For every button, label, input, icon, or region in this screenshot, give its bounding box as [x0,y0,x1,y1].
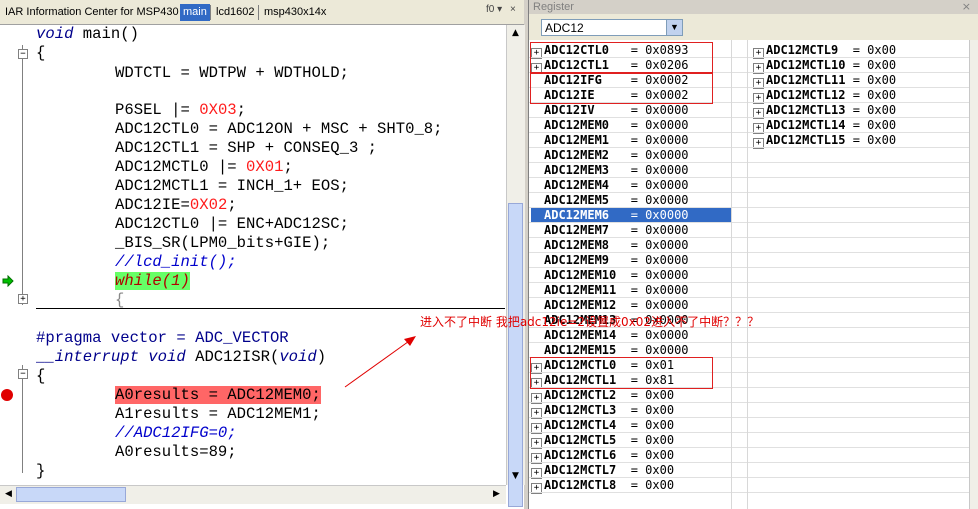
annotation-text: 进入不了中断 我把adc12ie=2设置成0x02进入不了中断？？？ [420,315,760,329]
annotation-arrow-overlay [344,336,416,388]
annotation-arrowhead [404,336,416,346]
annotation-arrow [344,338,413,388]
